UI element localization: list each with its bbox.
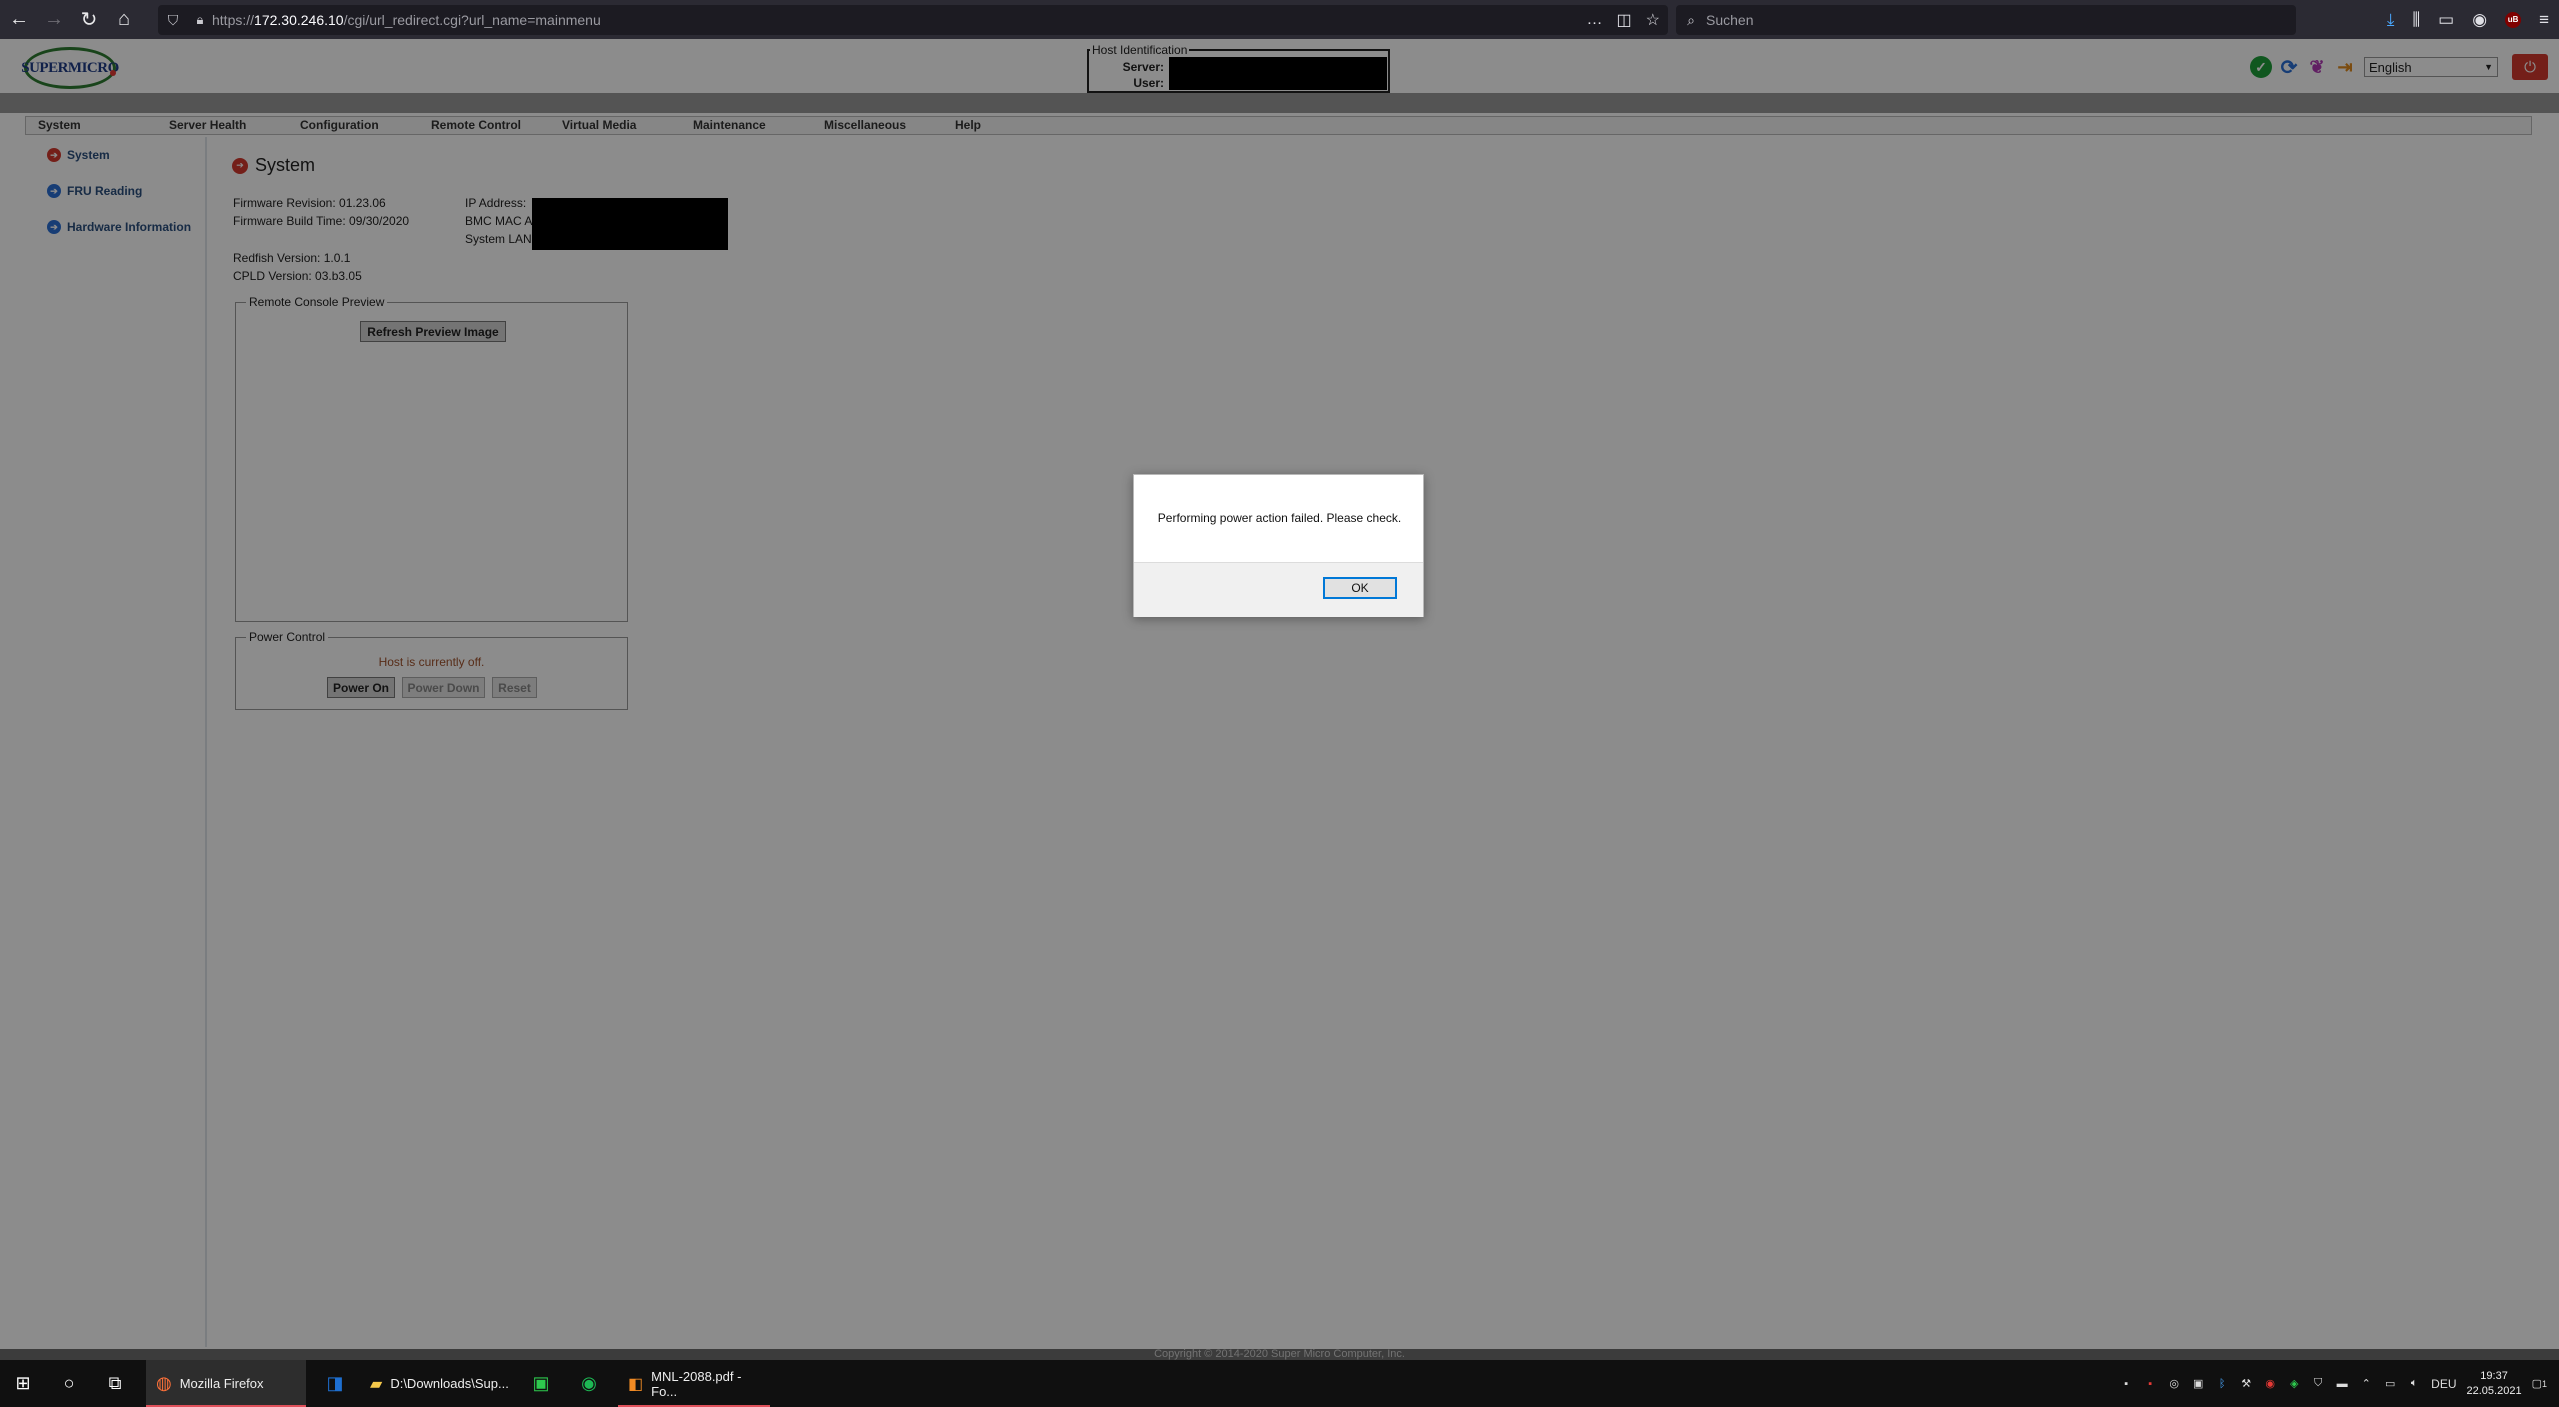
tray-tool-icon[interactable]: ⚒: [2239, 1377, 2253, 1391]
clock[interactable]: 19:37 22.05.2021: [2467, 1369, 2522, 1399]
network-icon[interactable]: ▭: [2383, 1377, 2397, 1391]
tray-shield-icon[interactable]: ◈: [2287, 1377, 2301, 1391]
url-bar[interactable]: ⛉ 🔒︎ https://172.30.246.10/cgi/url_redir…: [158, 5, 1668, 35]
search-bar[interactable]: ⌕ Suchen: [1676, 5, 2296, 35]
chevron-up-icon[interactable]: ⌃: [2359, 1377, 2373, 1391]
lock-icon[interactable]: 🔒︎: [188, 12, 212, 28]
taskbar: ⊞ ○ ⧉ ◍ Mozilla Firefox ◨ ▰ D:\Downloads…: [0, 1360, 2559, 1407]
sidebar-icon[interactable]: ▭: [2438, 10, 2454, 30]
tray-usb-icon[interactable]: ▬: [2335, 1377, 2349, 1391]
ublock-icon[interactable]: uB: [2505, 11, 2522, 28]
foxit-icon: ◧: [628, 1375, 644, 1393]
windows-start-icon[interactable]: ⊞: [0, 1360, 46, 1407]
search-icon: ⌕: [1687, 11, 1695, 28]
bookmark-star-icon[interactable]: ☆: [1646, 10, 1660, 30]
forward-icon[interactable]: →: [38, 4, 70, 36]
menu-icon[interactable]: ≡: [2539, 10, 2549, 30]
shield-icon[interactable]: ⛉: [158, 12, 188, 29]
outlook-icon[interactable]: ◨: [312, 1360, 358, 1407]
modal-overlay: Performing power action failed. Please c…: [0, 39, 2559, 1360]
page-actions-icon[interactable]: …: [1587, 11, 1603, 29]
library-icon[interactable]: ⫼: [2412, 10, 2420, 30]
taskbar-app-firefox[interactable]: ◍ Mozilla Firefox: [146, 1360, 306, 1407]
firefox-icon: ◍: [156, 1373, 172, 1393]
tray-app-icon[interactable]: ▪: [2119, 1377, 2133, 1391]
dialog-footer: OK: [1134, 562, 1423, 617]
ok-button[interactable]: OK: [1323, 577, 1397, 599]
browser-toolbar: ← → ↻ ⌂ ⛉ 🔒︎ https://172.30.246.10/cgi/u…: [0, 0, 2559, 39]
app-green-icon[interactable]: ▣: [518, 1360, 564, 1407]
search-circle-icon[interactable]: ○: [46, 1360, 92, 1407]
back-icon[interactable]: ←: [3, 4, 35, 36]
tray-vmware-icon[interactable]: ▣: [2191, 1377, 2205, 1391]
alert-dialog: Performing power action failed. Please c…: [1133, 474, 1424, 617]
tray-red-icon[interactable]: ▪: [2143, 1377, 2157, 1391]
dialog-message: Performing power action failed. Please c…: [1157, 511, 1402, 525]
tray-alert-icon[interactable]: ◉: [2263, 1377, 2277, 1391]
download-icon[interactable]: ⤓: [2387, 10, 2395, 30]
tray-security-icon[interactable]: ⛉: [2311, 1377, 2325, 1391]
spotify-icon[interactable]: ◉: [566, 1360, 612, 1407]
system-tray: ▪ ▪ ◎ ▣ ᛒ ⚒ ◉ ◈ ⛉ ▬ ⌃ ▭ 🔈︎ DEU 19:37 22.…: [2119, 1360, 2559, 1407]
pocket-icon[interactable]: ◫: [1617, 10, 1632, 30]
taskbar-app-explorer[interactable]: ▰ D:\Downloads\Sup...: [360, 1360, 510, 1407]
home-icon[interactable]: ⌂: [108, 4, 140, 36]
reload-icon[interactable]: ↻: [73, 4, 105, 36]
task-view-icon[interactable]: ⧉: [92, 1360, 138, 1407]
input-language[interactable]: DEU: [2431, 1377, 2456, 1391]
account-icon[interactable]: ◉: [2472, 10, 2487, 30]
volume-icon[interactable]: 🔈︎: [2407, 1377, 2421, 1391]
folder-icon: ▰: [370, 1375, 383, 1393]
notification-icon[interactable]: ▢ 1: [2532, 1377, 2547, 1391]
bluetooth-icon[interactable]: ᛒ: [2215, 1377, 2229, 1391]
search-input[interactable]: Suchen: [1706, 12, 1753, 28]
tray-steam-icon[interactable]: ◎: [2167, 1377, 2181, 1391]
url-text[interactable]: https://172.30.246.10/cgi/url_redirect.c…: [212, 12, 601, 28]
taskbar-app-pdf[interactable]: ◧ MNL-2088.pdf - Fo...: [618, 1360, 770, 1407]
